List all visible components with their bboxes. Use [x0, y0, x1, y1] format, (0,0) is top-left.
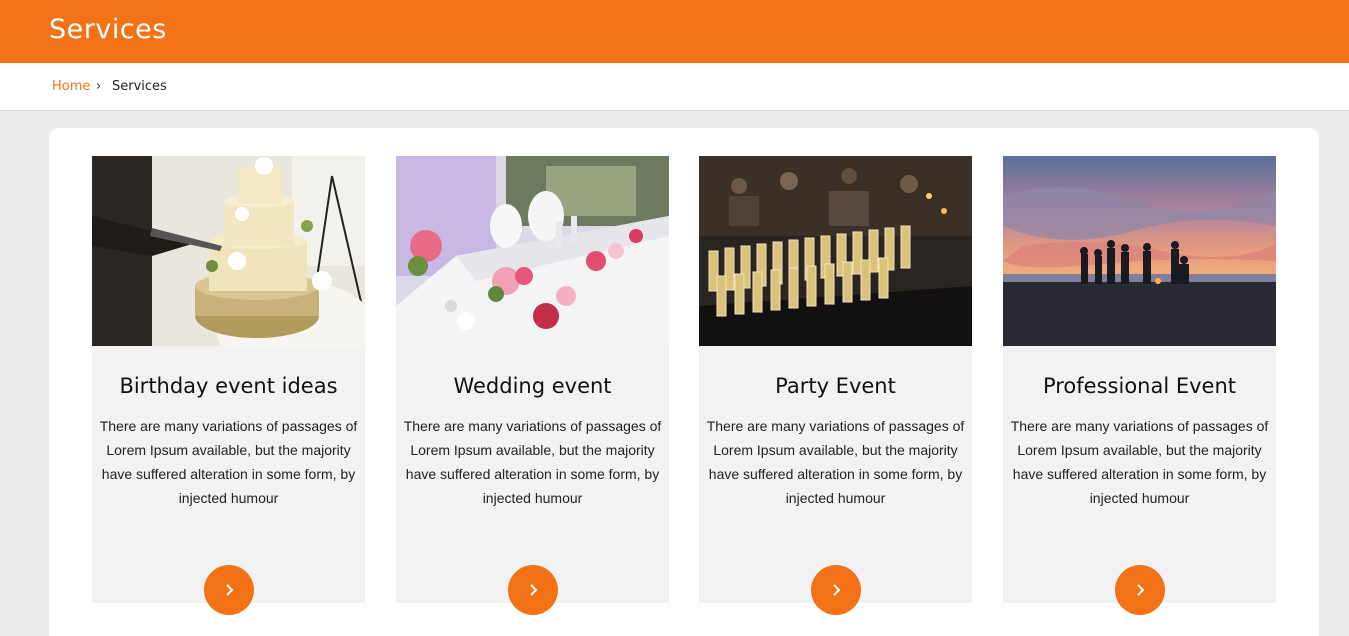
- service-card-professional: Professional Event There are many variat…: [1003, 156, 1276, 615]
- birthday-cake-photo: [92, 156, 365, 346]
- wedding-table-photo: [396, 156, 669, 346]
- service-description: There are many variations of passages of…: [1010, 418, 1269, 506]
- breadcrumb-separator-icon: ›: [96, 79, 102, 94]
- service-title: Birthday event ideas: [119, 374, 338, 398]
- page-title: Services: [49, 14, 167, 45]
- service-description: There are many variations of passages of…: [99, 418, 358, 506]
- beach-sunset-photo: [1003, 156, 1276, 346]
- service-title: Party Event: [775, 374, 896, 398]
- page-header: Services: [0, 0, 1349, 63]
- breadcrumb-home-link[interactable]: Home: [52, 79, 90, 94]
- service-card-party: Party Event There are many variations of…: [699, 156, 972, 615]
- service-more-button[interactable]: [811, 565, 861, 615]
- service-card-wedding: Wedding event There are many variations …: [396, 156, 669, 615]
- breadcrumb-current: Services: [112, 79, 167, 94]
- service-title: Professional Event: [1042, 374, 1237, 398]
- champagne-glasses-photo: [699, 156, 972, 346]
- service-title: Wedding event: [453, 374, 612, 398]
- service-card-birthday: Birthday event ideas There are many vari…: [92, 156, 365, 615]
- chevron-right-icon: [1137, 584, 1145, 596]
- breadcrumb: Home › Services: [0, 63, 1349, 111]
- service-more-button[interactable]: [204, 565, 254, 615]
- service-more-button[interactable]: [1115, 565, 1165, 615]
- service-description: There are many variations of passages of…: [403, 418, 662, 506]
- chevron-right-icon: [833, 584, 841, 596]
- service-more-button[interactable]: [508, 565, 558, 615]
- service-description: There are many variations of passages of…: [706, 418, 965, 506]
- chevron-right-icon: [530, 584, 538, 596]
- chevron-right-icon: [226, 584, 234, 596]
